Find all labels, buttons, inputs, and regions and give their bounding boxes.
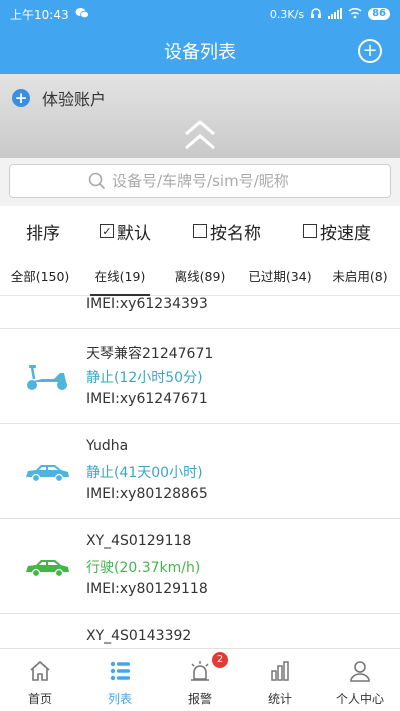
device-imei: IMEI:xy80128865	[86, 486, 208, 502]
nav-label: 报警	[187, 692, 212, 706]
nav-list[interactable]: 列表	[80, 649, 160, 711]
bottom-nav: 首页 列表 2 报警 统计 个人中心	[0, 648, 400, 711]
battery-indicator: 86	[368, 8, 390, 20]
tab-label: 未启用(8)	[332, 269, 388, 284]
device-status: 静止(12小时50分)	[86, 370, 203, 386]
status-bar: 上午10:43 0.3K/s 86	[0, 0, 400, 28]
device-name: 天琴兼容21247671	[86, 346, 214, 362]
device-imei: IMEI:xy61247671	[86, 391, 208, 407]
checkbox-icon[interactable]	[303, 224, 317, 238]
network-speed: 0.3K/s	[269, 7, 305, 21]
account-panel: + 体验账户	[0, 74, 400, 158]
status-time: 上午10:43	[10, 7, 69, 22]
tab-expired[interactable]: 已过期(34)	[240, 256, 320, 295]
nav-statistics[interactable]: 统计	[240, 649, 320, 711]
car-moving-icon	[26, 560, 69, 578]
bar-chart-icon	[271, 661, 289, 681]
alarm-icon	[191, 661, 209, 681]
car-icon	[26, 465, 69, 483]
sort-option-label: 按速度	[320, 223, 371, 244]
nav-label: 个人中心	[335, 692, 384, 706]
status-tabs: 全部(150) 在线(19) 离线(89) 已过期(34) 未启用(8)	[0, 256, 400, 296]
device-imei: IMEI:xy61234393	[86, 296, 208, 312]
nav-label: 统计	[267, 692, 292, 706]
expand-plus-icon: +	[12, 89, 30, 107]
scooter-icon	[27, 365, 67, 390]
nav-label: 首页	[27, 692, 52, 706]
signal-icon	[328, 7, 343, 22]
nav-label: 列表	[107, 692, 132, 706]
device-name: XY_4S0129118	[86, 533, 192, 549]
list-icon	[110, 661, 130, 681]
collapse-chevron-icon[interactable]	[184, 118, 216, 152]
wifi-icon	[348, 7, 362, 22]
checkbox-checked-icon[interactable]: ✓	[100, 224, 114, 238]
tab-online[interactable]: 在线(19)	[80, 256, 160, 296]
search-icon	[88, 172, 106, 190]
checkbox-icon[interactable]	[193, 224, 207, 238]
search-box[interactable]	[9, 164, 391, 198]
add-device-button[interactable]: +	[358, 39, 382, 63]
home-icon	[30, 660, 50, 681]
device-status: 静止(41天00小时)	[86, 465, 203, 481]
app-header: 设备列表 +	[0, 28, 400, 74]
headphones-icon	[310, 7, 322, 22]
tab-all[interactable]: 全部(150)	[0, 256, 80, 295]
tab-label: 已过期(34)	[248, 269, 312, 284]
device-item[interactable]: Yudha 静止(41天00小时) IMEI:xy80128865	[0, 424, 400, 519]
user-icon	[350, 661, 370, 682]
sort-by-name-option[interactable]: 按名称	[193, 219, 261, 244]
plus-icon: +	[362, 40, 378, 61]
account-name: 体验账户	[42, 90, 107, 109]
tab-label: 全部(150)	[10, 269, 70, 284]
device-name: XY_4S0143392	[86, 628, 192, 644]
sort-option-label: 默认	[117, 223, 151, 244]
sort-by-speed-option[interactable]: 按速度	[303, 219, 371, 244]
nav-home[interactable]: 首页	[0, 649, 80, 711]
device-item[interactable]: XY_4S0143392	[0, 614, 400, 648]
tab-inactive[interactable]: 未启用(8)	[320, 256, 400, 295]
alarm-count-badge: 2	[212, 652, 228, 668]
tab-label: 在线(19)	[94, 269, 146, 284]
sort-default-option[interactable]: ✓ 默认	[100, 219, 151, 244]
sort-option-label: 按名称	[210, 223, 261, 244]
device-item[interactable]: IMEI:xy61234393	[0, 296, 400, 329]
device-name: Yudha	[86, 438, 129, 454]
wechat-icon	[75, 7, 89, 22]
nav-alarm[interactable]: 2 报警	[160, 649, 240, 711]
tab-offline[interactable]: 离线(89)	[160, 256, 240, 295]
nav-profile[interactable]: 个人中心	[320, 649, 400, 711]
sort-label: 排序	[26, 223, 60, 244]
page-title: 设备列表	[164, 42, 236, 63]
device-status: 行驶(20.37km/h)	[86, 560, 201, 576]
device-imei: IMEI:xy80129118	[86, 581, 208, 597]
device-list[interactable]: IMEI:xy61234393 天琴兼容21247671 静止(12小时50分)…	[0, 296, 400, 648]
search-input[interactable]	[112, 172, 312, 190]
account-selector[interactable]: + 体验账户	[12, 86, 106, 110]
device-item[interactable]: XY_4S0129118 行驶(20.37km/h) IMEI:xy801291…	[0, 519, 400, 614]
search-bar-container	[0, 158, 400, 206]
tab-label: 离线(89)	[174, 269, 226, 284]
device-item[interactable]: 天琴兼容21247671 静止(12小时50分) IMEI:xy61247671	[0, 329, 400, 424]
sort-row: 排序 ✓ 默认 按名称 按速度	[0, 206, 400, 256]
